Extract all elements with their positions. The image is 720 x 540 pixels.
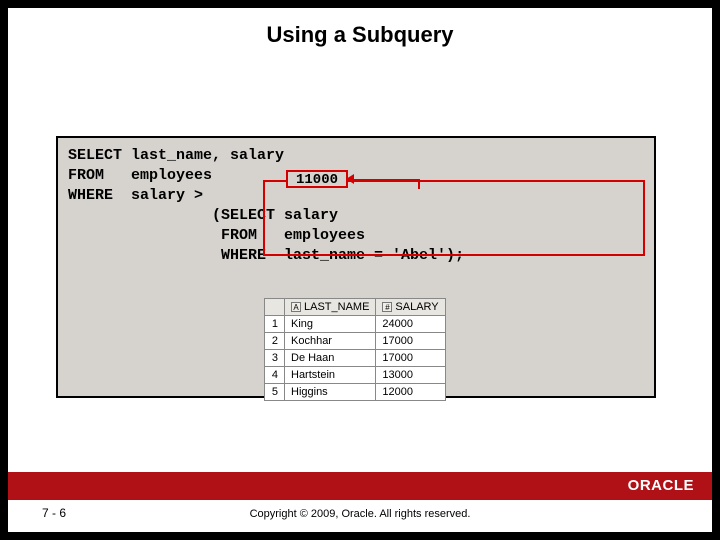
row-number: 1 (265, 316, 285, 333)
cell-salary: 13000 (376, 367, 445, 384)
table-row: 1 King 24000 (265, 316, 446, 333)
table-row: 5 Higgins 12000 (265, 384, 446, 401)
cell-last-name: De Haan (285, 350, 376, 367)
arrow-icon (350, 179, 420, 181)
row-number: 5 (265, 384, 285, 401)
table-row: 2 Kochhar 17000 (265, 333, 446, 350)
col-salary: #SALARY (376, 299, 445, 316)
col-last-name: ALAST_NAME (285, 299, 376, 316)
code-line-3: WHERE salary > (68, 187, 203, 204)
column-type-icon: A (291, 302, 301, 312)
oracle-logo: ORACLE (628, 477, 694, 494)
arrow-head-icon (346, 174, 354, 184)
code-line-5: FROM employees (68, 227, 365, 244)
cell-last-name: King (285, 316, 376, 333)
arrow-connector-icon (418, 179, 420, 189)
table-row: 3 De Haan 17000 (265, 350, 446, 367)
cell-salary: 12000 (376, 384, 445, 401)
cell-salary: 24000 (376, 316, 445, 333)
row-number: 3 (265, 350, 285, 367)
col-label-2: SALARY (395, 301, 438, 313)
cell-salary: 17000 (376, 350, 445, 367)
table-row: 4 Hartstein 13000 (265, 367, 446, 384)
cell-last-name: Kochhar (285, 333, 376, 350)
slide: Using a Subquery SELECT last_name, salar… (8, 8, 712, 532)
copyright-text: Copyright © 2009, Oracle. All rights res… (8, 508, 712, 520)
subquery-result-value: 11000 (286, 170, 348, 188)
footer-bar: ORACLE (8, 472, 712, 500)
code-line-4: (SELECT salary (68, 207, 338, 224)
code-line-2: FROM employees (68, 167, 212, 184)
column-type-icon: # (382, 302, 392, 312)
code-line-1: SELECT last_name, salary (68, 147, 284, 164)
table-header-row: ALAST_NAME #SALARY (265, 299, 446, 316)
code-line-6: WHERE last_name = 'Abel'); (68, 247, 464, 264)
row-number-header (265, 299, 285, 316)
cell-salary: 17000 (376, 333, 445, 350)
cell-last-name: Hartstein (285, 367, 376, 384)
row-number: 4 (265, 367, 285, 384)
result-table: ALAST_NAME #SALARY 1 King 24000 2 Kochha… (264, 298, 446, 401)
row-number: 2 (265, 333, 285, 350)
slide-title: Using a Subquery (8, 8, 712, 68)
col-label-1: LAST_NAME (304, 301, 369, 313)
cell-last-name: Higgins (285, 384, 376, 401)
